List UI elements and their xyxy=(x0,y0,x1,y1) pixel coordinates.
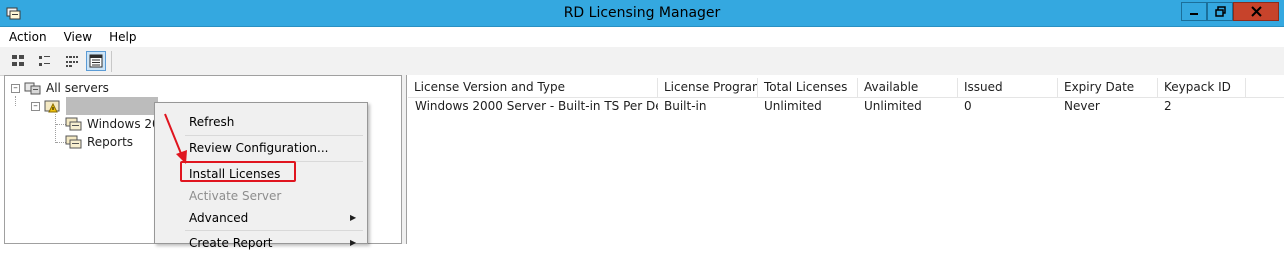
license-list-pane: License Version and Type License Program… xyxy=(406,75,1284,244)
tree-label-all-servers: All servers xyxy=(46,81,109,95)
cell-available: Unlimited xyxy=(864,99,922,113)
tree-connector xyxy=(15,96,16,106)
annotation-highlight-box xyxy=(180,161,296,182)
tree-node-all-servers[interactable]: – All servers xyxy=(11,79,109,97)
close-icon xyxy=(1250,6,1262,17)
column-license-version[interactable]: License Version and Type xyxy=(408,78,658,97)
menu-help[interactable]: Help xyxy=(99,30,143,44)
menu-bar: Action View Help xyxy=(0,27,1284,47)
menu-item-review-configuration[interactable]: Review Configuration... xyxy=(189,138,328,158)
restore-icon xyxy=(1214,6,1226,17)
cell-license-version: Windows 2000 Server - Built-in TS Per De… xyxy=(408,97,658,116)
list-view-icon xyxy=(66,56,78,67)
menu-item-activate-server: Activate Server xyxy=(189,189,282,203)
annotation-arrow-icon xyxy=(164,113,187,164)
menu-separator xyxy=(185,135,363,136)
reports-icon xyxy=(65,135,82,149)
collapse-expander-icon[interactable]: – xyxy=(31,101,40,111)
menu-separator xyxy=(185,230,363,231)
close-button[interactable] xyxy=(1233,2,1279,21)
details-view-icon xyxy=(89,54,103,68)
column-expiry-date[interactable]: Expiry Date xyxy=(1058,78,1158,97)
cell-keypack-id: 2 xyxy=(1164,99,1172,113)
submenu-arrow-icon: ▶ xyxy=(350,213,357,222)
title-bar: RD Licensing Manager xyxy=(0,0,1284,27)
list-view-button[interactable] xyxy=(62,51,82,71)
table-row[interactable]: Windows 2000 Server - Built-in TS Per De… xyxy=(408,97,1284,116)
tree-label-reports: Reports xyxy=(87,135,134,149)
toolbar-separator xyxy=(111,51,112,72)
server-group-icon xyxy=(24,82,41,95)
cell-issued: 0 xyxy=(964,99,972,113)
cell-license-version-text: Windows 2000 Server - Built-in TS Per De… xyxy=(415,99,658,113)
large-icons-view-button[interactable] xyxy=(8,51,28,71)
minimize-button[interactable] xyxy=(1181,2,1207,21)
menu-view[interactable]: View xyxy=(54,30,99,44)
cell-total-licenses: Unlimited xyxy=(764,99,822,113)
menu-action[interactable]: Action xyxy=(0,30,54,44)
small-icons-view-button[interactable] xyxy=(35,51,55,71)
server-name-redacted xyxy=(66,97,158,115)
submenu-arrow-icon: ▶ xyxy=(350,238,357,247)
tree-connector xyxy=(55,114,56,143)
collapse-expander-icon[interactable]: – xyxy=(11,83,20,93)
menu-item-create-report[interactable]: Create Report xyxy=(189,233,272,253)
license-pack-icon xyxy=(65,117,82,131)
restore-button[interactable] xyxy=(1207,2,1233,21)
menu-item-advanced[interactable]: Advanced xyxy=(189,208,248,228)
license-server-warning-icon xyxy=(44,100,60,113)
tree-node-reports[interactable]: Reports xyxy=(61,133,133,151)
small-icons-view-icon xyxy=(39,56,50,66)
column-license-program[interactable]: License Program xyxy=(658,78,758,97)
column-total-licenses[interactable]: Total Licenses xyxy=(758,78,858,97)
column-available[interactable]: Available xyxy=(858,78,958,97)
window-title: RD Licensing Manager xyxy=(563,5,721,21)
minimize-icon xyxy=(1190,12,1198,15)
column-keypack-id[interactable]: Keypack ID xyxy=(1158,78,1246,97)
column-issued[interactable]: Issued xyxy=(958,78,1058,97)
cell-expiry-date: Never xyxy=(1064,99,1100,113)
tree-node-server[interactable]: – xyxy=(31,97,158,115)
cell-license-program: Built-in xyxy=(664,99,707,113)
toolbar xyxy=(0,47,1284,76)
large-icons-view-icon xyxy=(12,55,24,66)
list-header: License Version and Type License Program… xyxy=(408,78,1284,98)
details-view-button[interactable] xyxy=(86,51,106,71)
menu-item-refresh[interactable]: Refresh xyxy=(189,112,234,132)
